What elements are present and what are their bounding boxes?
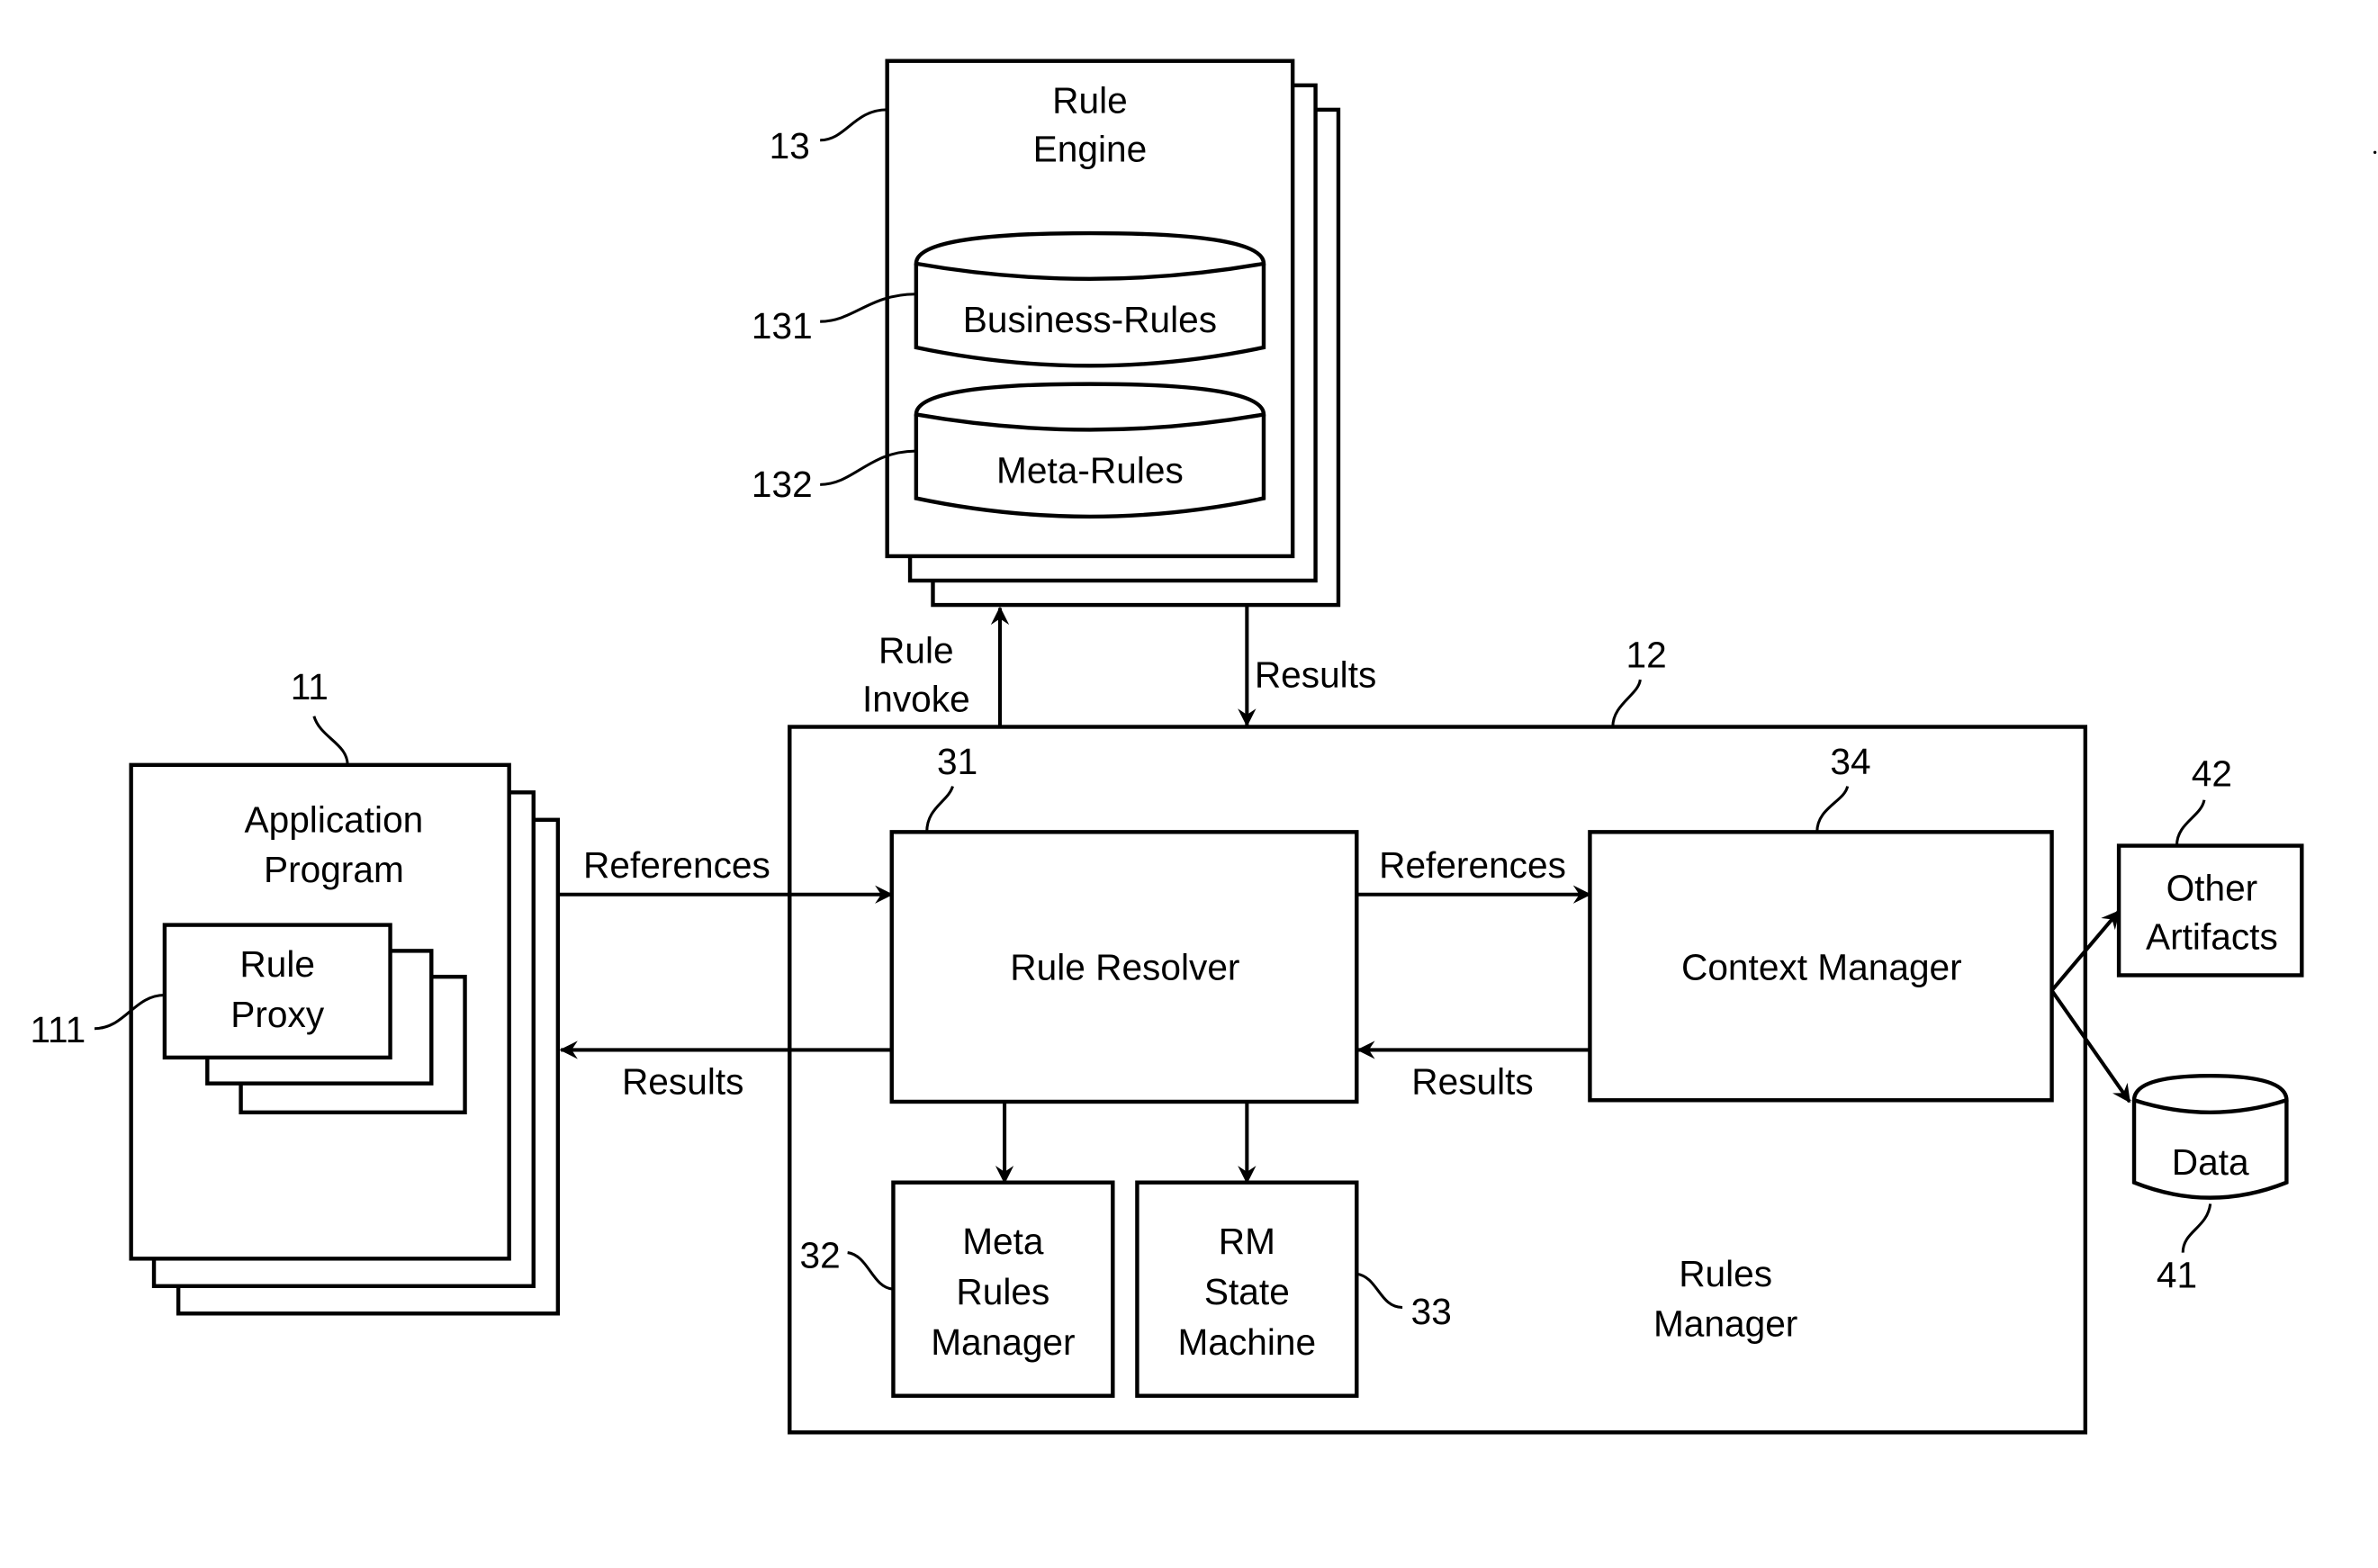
- rule-resolver-label: Rule Resolver: [1010, 947, 1239, 988]
- ref-number-12: 12: [1626, 635, 1666, 676]
- meta-rules-cylinder-top: [914, 382, 1266, 432]
- ref-number-33: 33: [1411, 1291, 1452, 1332]
- rules-manager: Rules Manager 12 Rule Resolver 31 Contex…: [788, 635, 2088, 1435]
- rule-invoke-label-line2: Invoke: [862, 679, 970, 720]
- ref-leader-41: [2181, 1203, 2212, 1253]
- meta-rules-manager: Meta Rules Manager 32: [800, 1180, 1115, 1398]
- business-rules-store: Business-Rules: [914, 230, 1266, 368]
- rules-manager-title-line1: Rules: [1679, 1253, 1772, 1294]
- ref-leader-31: [925, 785, 954, 833]
- rule-invoke-label-line1: Rule: [878, 629, 954, 671]
- rule-proxy-title-line1: Rule: [239, 943, 315, 985]
- data-cylinder-top: [2131, 1073, 2289, 1115]
- ref-number-41: 41: [2157, 1255, 2197, 1296]
- meta-rules-manager-title-line2: Rules: [956, 1271, 1049, 1312]
- ref-leader-32: [847, 1251, 894, 1291]
- app-results-label: Results: [622, 1061, 743, 1103]
- rm-state-machine-title-line3: Machine: [1178, 1321, 1317, 1363]
- ref-number-13: 13: [770, 125, 810, 167]
- business-rules-label: Business-Rules: [963, 299, 1217, 340]
- rm-state-machine: RM State Machine 33: [1135, 1180, 1452, 1398]
- ref-number-32: 32: [800, 1235, 841, 1276]
- cm-to-data-arrow: [2049, 989, 2131, 1104]
- other-artifacts-title-line1: Other: [2166, 868, 2258, 909]
- application-program-title-line1: Application: [245, 798, 424, 840]
- ref-leader-11: [312, 716, 349, 765]
- business-rules-cylinder-top: [914, 230, 1266, 282]
- rule-proxy-title-line2: Proxy: [230, 994, 325, 1035]
- ref-number-111: 111: [30, 1009, 86, 1050]
- cm-references-label: References: [1379, 844, 1566, 886]
- ref-leader-12: [1611, 679, 1642, 727]
- other-artifacts: Other Artifacts 42: [2116, 753, 2304, 978]
- rules-manager-title-line2: Manager: [1653, 1303, 1797, 1345]
- ref-leader-13: [820, 108, 887, 142]
- rule-proxy: Rule Proxy: [162, 923, 467, 1115]
- application-program-title-line2: Program: [264, 849, 404, 890]
- ref-number-132: 132: [752, 464, 813, 505]
- rules-architecture-diagram: Rule Engine Business-Rules Meta-Rules 13…: [30, 59, 2377, 1435]
- ref-number-131: 131: [752, 305, 813, 347]
- rule-resolver: Rule Resolver 31: [889, 741, 1359, 1104]
- rule-engine-title-line2: Engine: [1033, 128, 1148, 169]
- scan-speck: [2373, 150, 2377, 154]
- context-manager-label: Context Manager: [1681, 947, 1962, 988]
- meta-rules-store: Meta-Rules: [914, 382, 1266, 519]
- ref-leader-42: [2175, 799, 2206, 846]
- data-store: Data 41: [2131, 1073, 2289, 1296]
- app-references-label: References: [583, 844, 770, 886]
- rm-state-machine-title-line2: State: [1204, 1271, 1290, 1312]
- data-label: Data: [2172, 1141, 2249, 1183]
- other-artifacts-title-line2: Artifacts: [2146, 916, 2278, 958]
- meta-rules-manager-title-line1: Meta: [962, 1221, 1044, 1262]
- ref-number-11: 11: [291, 666, 329, 707]
- ref-number-42: 42: [2192, 753, 2232, 795]
- meta-rules-label: Meta-Rules: [996, 450, 1184, 491]
- meta-rules-manager-title-line3: Manager: [931, 1321, 1075, 1363]
- ref-leader-34: [1815, 786, 1850, 833]
- ref-number-31: 31: [937, 741, 977, 782]
- application-program: Application Program Rule Proxy 11 111: [30, 666, 561, 1316]
- ref-number-34: 34: [1830, 741, 1870, 782]
- rm-state-machine-title-line1: RM: [1219, 1221, 1275, 1262]
- rule-engine-title-line1: Rule: [1052, 79, 1128, 121]
- engine-results-label: Results: [1255, 654, 1376, 696]
- cm-results-label: Results: [1411, 1061, 1533, 1103]
- ref-leader-33: [1356, 1272, 1403, 1310]
- rule-engine: Rule Engine Business-Rules Meta-Rules 13…: [752, 59, 1341, 608]
- context-manager: Context Manager 34: [1588, 741, 2054, 1103]
